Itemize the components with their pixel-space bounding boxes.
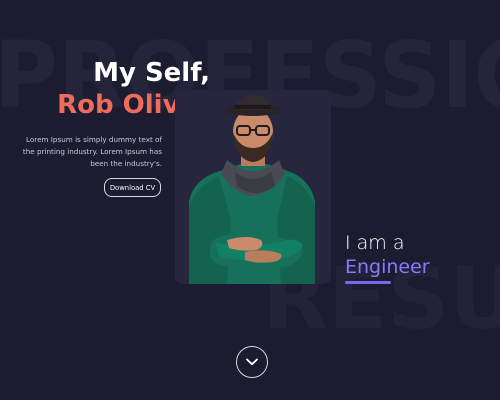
portrait-image bbox=[189, 94, 315, 284]
tagline-underline bbox=[345, 281, 391, 284]
chevron-down-icon bbox=[246, 358, 258, 366]
hero-greeting: My Self, bbox=[93, 58, 210, 88]
portrait-card bbox=[175, 90, 331, 284]
download-cv-button[interactable]: Download CV bbox=[104, 178, 161, 197]
hero-description: Lorem Ipsum is simply dummy text of the … bbox=[22, 135, 162, 168]
hero-section: PROFESSIONAL RESU My Self, Rob Oliver Lo… bbox=[0, 0, 500, 400]
tagline-role: Engineer bbox=[345, 256, 430, 278]
tagline-intro: I am a bbox=[345, 232, 405, 254]
scroll-down-button[interactable] bbox=[236, 346, 268, 378]
